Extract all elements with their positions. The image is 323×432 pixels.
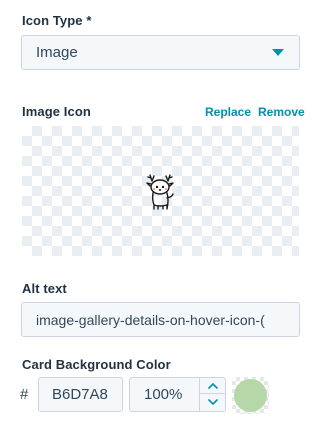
opacity-value: 100% [144, 386, 183, 403]
chevron-down-icon [207, 398, 218, 405]
color-swatch-button[interactable] [232, 377, 269, 414]
decrement-button[interactable] [200, 394, 225, 410]
remove-link[interactable]: Remove [258, 105, 305, 119]
alt-text-input[interactable]: image-gallery-details-on-hover-icon-( [21, 302, 300, 337]
deer-icon [146, 174, 174, 210]
opacity-input[interactable]: 100% [129, 377, 226, 412]
icon-type-value: Image [36, 44, 78, 61]
alt-text-label: Alt text [22, 281, 67, 296]
card-background-color-label: Card Background Color [22, 357, 171, 372]
increment-button[interactable] [200, 378, 225, 394]
chevron-up-icon [207, 382, 218, 389]
opacity-stepper[interactable] [199, 378, 225, 411]
image-icon-label: Image Icon [22, 104, 91, 119]
color-swatch [234, 379, 267, 412]
icon-type-label: Icon Type * [22, 13, 92, 28]
caret-down-icon[interactable] [272, 49, 284, 56]
hex-color-input[interactable]: B6D7A8 [38, 377, 123, 412]
image-icon-preview[interactable] [22, 126, 299, 256]
replace-link[interactable]: Replace [205, 105, 251, 119]
icon-type-select[interactable]: Image [21, 35, 300, 70]
hash-symbol: # [20, 386, 29, 403]
